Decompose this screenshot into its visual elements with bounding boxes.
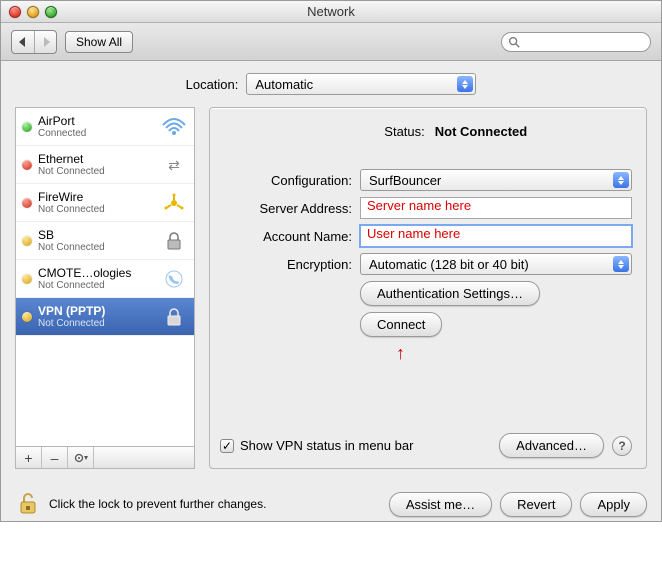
configuration-value: SurfBouncer — [369, 173, 441, 188]
search-field-container — [501, 32, 651, 52]
chevron-left-icon — [18, 37, 28, 47]
server-address-label: Server Address: — [220, 201, 360, 216]
service-list: AirPort Connected Ethernet Not Connected — [15, 107, 195, 447]
service-name: FireWire — [38, 190, 154, 204]
auth-settings-row: Authentication Settings… — [220, 281, 632, 306]
pane-bottom-row: Show VPN status in menu bar Advanced… ? — [220, 433, 632, 458]
service-status: Not Connected — [38, 280, 154, 291]
status-label: Status: — [325, 124, 425, 139]
server-address-input[interactable]: Server name here — [360, 197, 632, 219]
pointer-arrow-icon: ↑ — [396, 347, 632, 359]
show-all-button[interactable]: Show All — [65, 31, 133, 53]
columns: AirPort Connected Ethernet Not Connected — [15, 107, 647, 469]
service-item-vpn-pptp[interactable]: VPN (PPTP) Not Connected — [16, 298, 194, 336]
toolbar: Show All — [1, 23, 661, 61]
revert-button[interactable]: Revert — [500, 492, 572, 517]
popup-arrows-icon — [457, 76, 473, 92]
assist-button[interactable]: Assist me… — [389, 492, 492, 517]
configuration-row: Configuration: SurfBouncer — [220, 169, 632, 191]
service-name: VPN (PPTP) — [38, 304, 154, 318]
apply-button[interactable]: Apply — [580, 492, 647, 517]
lock-icon — [160, 305, 188, 329]
window-title: Network — [1, 4, 661, 19]
service-actions-button[interactable] — [68, 447, 94, 469]
unlock-icon[interactable] — [15, 491, 41, 517]
status-dot-icon — [22, 160, 32, 170]
popup-arrows-icon — [613, 172, 629, 188]
location-value: Automatic — [255, 77, 313, 92]
status-dot-icon — [22, 312, 32, 322]
service-item-ethernet[interactable]: Ethernet Not Connected ⇄ — [16, 146, 194, 184]
location-popup[interactable]: Automatic — [246, 73, 476, 95]
service-footer: + – — [15, 447, 195, 469]
location-label: Location: — [186, 77, 239, 92]
status-dot-icon — [22, 236, 32, 246]
service-item-firewire[interactable]: FireWire Not Connected — [16, 184, 194, 222]
search-icon — [507, 35, 521, 49]
phone-icon — [160, 267, 188, 291]
popup-arrows-icon — [613, 256, 629, 272]
service-status: Not Connected — [38, 318, 154, 329]
status-dot-icon — [22, 274, 32, 284]
service-name: Ethernet — [38, 152, 154, 166]
connect-button[interactable]: Connect — [360, 312, 442, 337]
detail-pane: Status: Not Connected Configuration: Sur… — [209, 107, 647, 469]
search-input[interactable] — [501, 32, 651, 52]
action-buttons: Assist me… Revert Apply — [389, 492, 647, 517]
service-status: Connected — [38, 128, 154, 139]
service-item-cmote[interactable]: CMOTE…ologies Not Connected — [16, 260, 194, 298]
service-status: Not Connected — [38, 204, 154, 215]
auth-settings-button[interactable]: Authentication Settings… — [360, 281, 540, 306]
chevron-right-icon — [41, 37, 51, 47]
remove-service-button[interactable]: – — [42, 447, 68, 469]
network-prefs-window: Network Show All Location: Automatic — [0, 0, 662, 522]
status-dot-icon — [22, 122, 32, 132]
lock-icon — [160, 229, 188, 253]
titlebar: Network — [1, 1, 661, 23]
show-vpn-status-label: Show VPN status in menu bar — [240, 438, 413, 453]
service-status: Not Connected — [38, 166, 154, 177]
status-value: Not Connected — [435, 124, 527, 139]
back-button[interactable] — [12, 31, 34, 53]
gear-icon — [74, 452, 88, 464]
add-service-button[interactable]: + — [16, 447, 42, 469]
location-row: Location: Automatic — [15, 73, 647, 95]
service-item-sb[interactable]: SB Not Connected — [16, 222, 194, 260]
service-name: CMOTE…ologies — [38, 266, 154, 280]
connect-row: Connect — [220, 312, 632, 337]
ethernet-icon: ⇄ — [160, 153, 188, 177]
service-name: SB — [38, 228, 154, 242]
encryption-value: Automatic (128 bit or 40 bit) — [369, 257, 529, 272]
advanced-button[interactable]: Advanced… — [499, 433, 604, 458]
window-body: Location: Automatic AirPort Connected — [1, 61, 661, 479]
encryption-popup[interactable]: Automatic (128 bit or 40 bit) — [360, 253, 632, 275]
account-name-input[interactable]: User name here — [360, 225, 632, 247]
lock-text: Click the lock to prevent further change… — [49, 497, 266, 511]
svg-text:⇄: ⇄ — [168, 157, 180, 173]
encryption-label: Encryption: — [220, 257, 360, 272]
status-row: Status: Not Connected — [220, 124, 632, 139]
service-status: Not Connected — [38, 242, 154, 253]
account-name-row: Account Name: User name here — [220, 225, 632, 247]
lock-row: Click the lock to prevent further change… — [1, 479, 661, 521]
server-address-row: Server Address: Server name here — [220, 197, 632, 219]
configuration-popup[interactable]: SurfBouncer — [360, 169, 632, 191]
wifi-icon — [160, 115, 188, 139]
show-vpn-status-checkbox[interactable] — [220, 439, 234, 453]
status-dot-icon — [22, 198, 32, 208]
sidebar: AirPort Connected Ethernet Not Connected — [15, 107, 195, 469]
account-name-label: Account Name: — [220, 229, 360, 244]
encryption-row: Encryption: Automatic (128 bit or 40 bit… — [220, 253, 632, 275]
service-name: AirPort — [38, 114, 154, 128]
firewire-icon — [160, 191, 188, 215]
nav-segment — [11, 30, 57, 54]
forward-button[interactable] — [34, 31, 56, 53]
service-item-airport[interactable]: AirPort Connected — [16, 108, 194, 146]
help-button[interactable]: ? — [612, 436, 632, 456]
configuration-label: Configuration: — [220, 173, 360, 188]
